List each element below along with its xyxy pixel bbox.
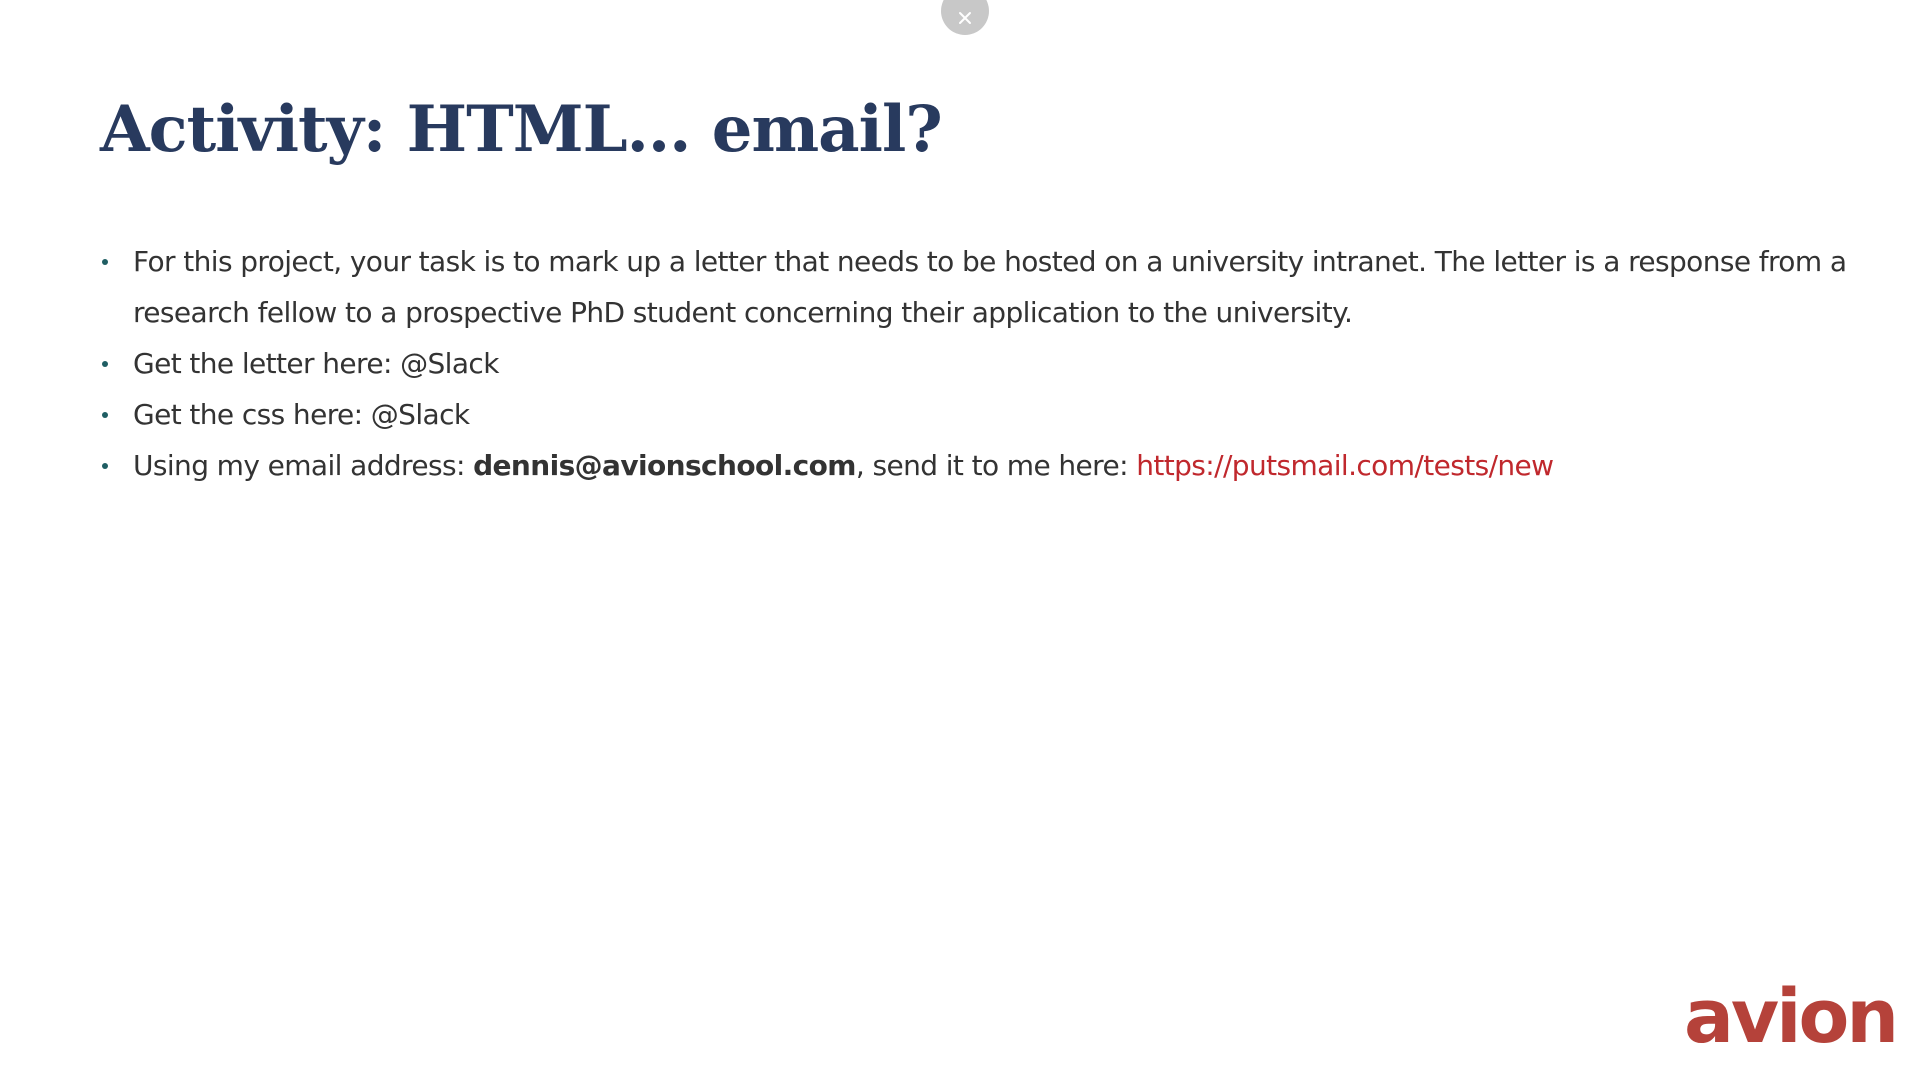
bullet-text: Get the css here: @Slack: [133, 398, 470, 431]
bullet-text: For this project, your task is to mark u…: [133, 245, 1847, 329]
putsmail-link[interactable]: https://putsmail.com/tests/new: [1136, 449, 1554, 482]
close-icon: [959, 12, 971, 24]
bullet-list: For this project, your task is to mark u…: [100, 236, 1860, 491]
slide: Activity: HTML... email? For this projec…: [0, 0, 1920, 1080]
bullet-text-prefix: Using my email address:: [133, 449, 474, 482]
bullet-icon: [102, 463, 108, 469]
close-button[interactable]: [941, 0, 989, 35]
list-item: Using my email address: dennis@avionscho…: [100, 440, 1860, 491]
list-item: Get the css here: @Slack: [100, 389, 1860, 440]
bullet-text-middle: , send it to me here:: [855, 449, 1137, 482]
list-item: For this project, your task is to mark u…: [100, 236, 1860, 338]
email-address: dennis@avionschool.com: [473, 449, 856, 482]
bullet-icon: [102, 412, 108, 418]
bullet-icon: [102, 259, 108, 265]
list-item: Get the letter here: @Slack: [100, 338, 1860, 389]
slide-title: Activity: HTML... email?: [100, 92, 943, 167]
avion-logo: avion: [1683, 974, 1899, 1060]
bullet-text: Get the letter here: @Slack: [133, 347, 499, 380]
bullet-icon: [102, 361, 108, 367]
